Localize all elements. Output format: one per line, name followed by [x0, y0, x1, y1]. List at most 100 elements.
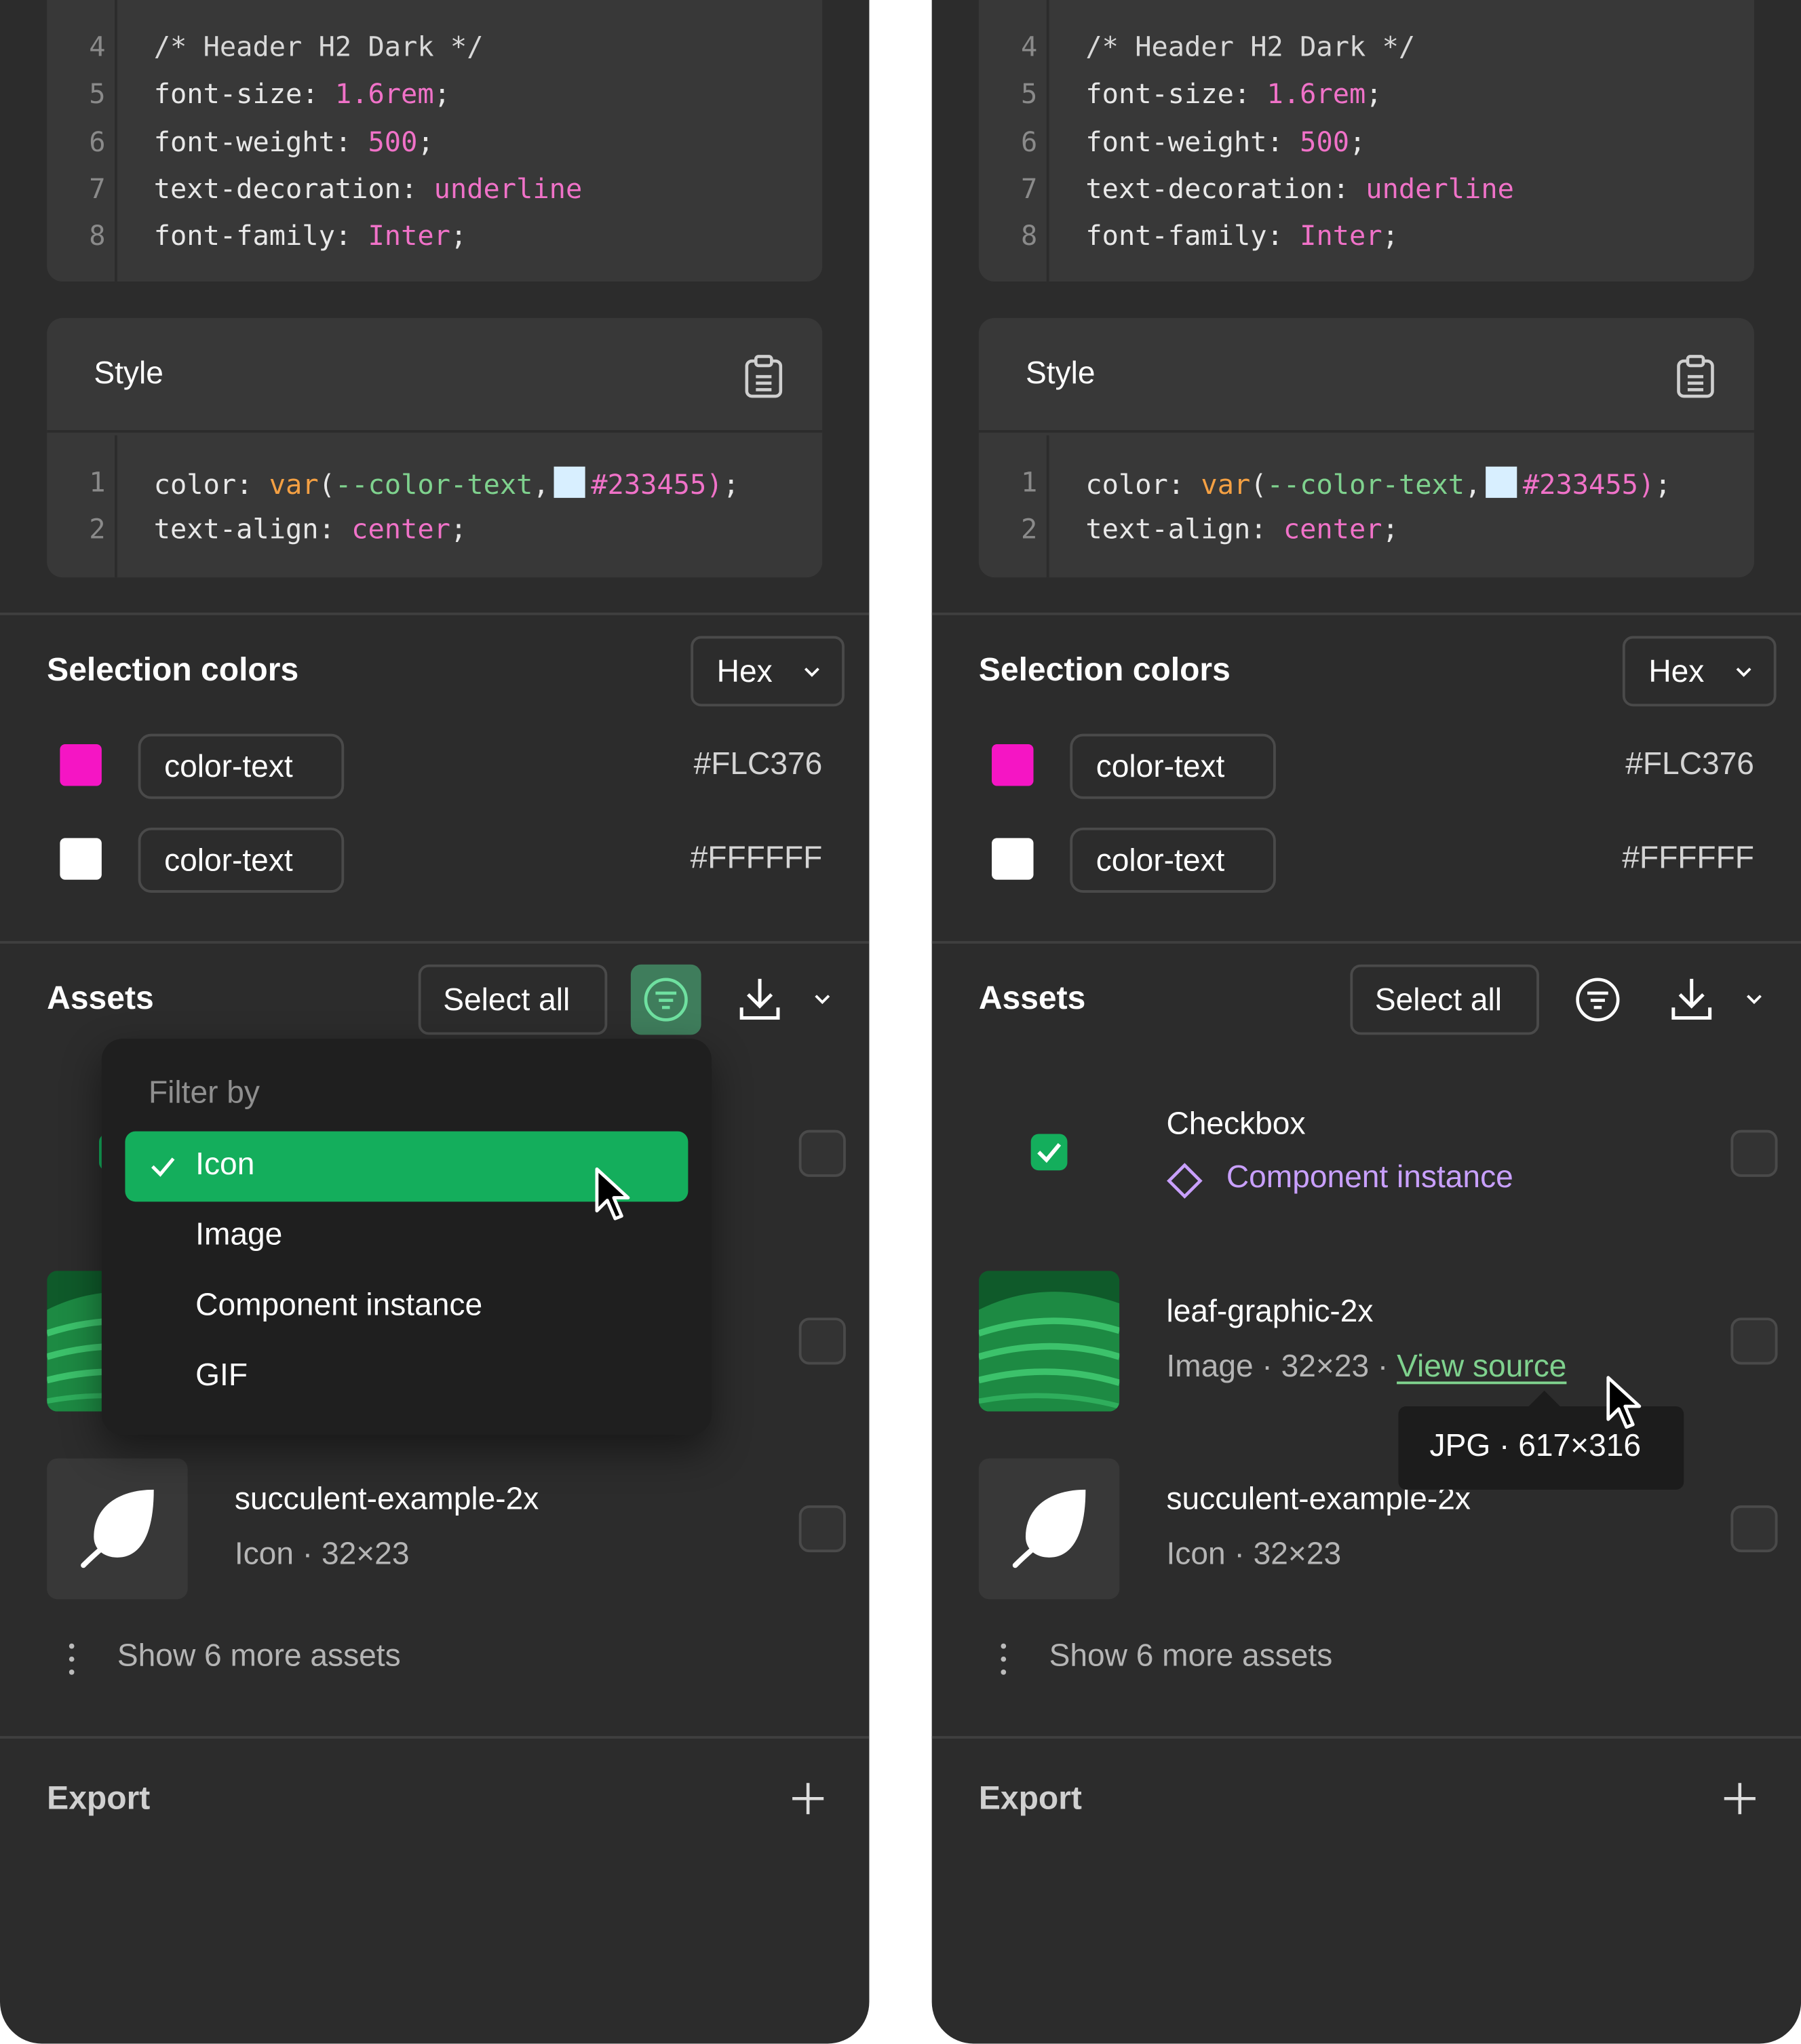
- screenshot-canvas: 3 4 /* Header H2 Dark */ 5 font-size: 1.…: [0, 0, 1801, 2044]
- download-icon[interactable]: [1669, 975, 1713, 1022]
- code-block: 3 4 /* Header H2 Dark */ 5 font-size: 1.…: [978, 0, 1754, 282]
- line-number: 6: [89, 126, 106, 158]
- line-number: 3: [47, 0, 105, 3]
- asset-select-checkbox[interactable]: [798, 1130, 846, 1177]
- asset-select-checkbox[interactable]: [1730, 1317, 1778, 1365]
- filter-icon: [644, 978, 688, 1022]
- select-all-button[interactable]: Select all: [1350, 964, 1539, 1035]
- code-gutter: [979, 435, 1049, 578]
- style-card: Style 1 color: var(--color-text, #233455)…: [47, 317, 823, 578]
- code-line: font-size: 1.6rem;: [153, 78, 450, 110]
- asset-meta: Icon · 32×23: [234, 1537, 410, 1572]
- line-number: 7: [89, 173, 106, 205]
- color-token-pill[interactable]: color-text: [138, 733, 345, 799]
- color-format-label: Hex: [716, 654, 773, 690]
- line-number: 4: [1020, 31, 1038, 63]
- line-number: 4: [89, 31, 106, 63]
- asset-kind: Component instance: [1226, 1159, 1513, 1195]
- copy-clipboard-icon[interactable]: [1676, 355, 1716, 399]
- code-gutter: [47, 435, 117, 578]
- line-number: 5: [89, 78, 106, 110]
- color-swatch: [60, 838, 102, 880]
- leaf-icon: [1012, 1489, 1086, 1568]
- section-divider: [931, 1736, 1801, 1739]
- asset-select-checkbox[interactable]: [1730, 1130, 1778, 1177]
- export-title: Export: [978, 1780, 1082, 1817]
- code-line: font-weight: 500;: [153, 126, 434, 158]
- asset-icon-thumbnail: [47, 1458, 188, 1600]
- filter-button[interactable]: [1563, 965, 1633, 1035]
- leaf-photo-icon: [978, 1271, 1120, 1412]
- color-token-pill[interactable]: color-text: [1070, 827, 1276, 893]
- line-number: 5: [1020, 78, 1038, 110]
- mouse-pointer-icon: [595, 1167, 630, 1220]
- copy-clipboard-icon[interactable]: [744, 355, 783, 399]
- asset-meta: Image · 32×23 · View source: [1166, 1349, 1567, 1385]
- chevron-down-icon[interactable]: [813, 990, 832, 1009]
- asset-name: Checkbox: [1166, 1106, 1306, 1142]
- color-swatch: [992, 744, 1034, 786]
- line-number: 8: [1020, 220, 1038, 252]
- asset-preview-checkbox: [1030, 1134, 1068, 1171]
- line-number: 1: [1020, 466, 1038, 498]
- download-icon[interactable]: [737, 975, 781, 1022]
- export-title: Export: [47, 1780, 151, 1817]
- leaf-icon: [81, 1489, 154, 1568]
- show-more-assets-link[interactable]: Show 6 more assets: [117, 1638, 401, 1675]
- color-token-pill[interactable]: color-text: [138, 827, 345, 893]
- asset-meta: Icon · 32×23: [1166, 1537, 1342, 1572]
- color-format-label: Hex: [1648, 654, 1705, 690]
- style-card-header: Style: [47, 318, 823, 433]
- add-export-icon[interactable]: [1722, 1780, 1758, 1817]
- code-line: text-decoration: underline: [1085, 173, 1514, 205]
- filter-icon: [1576, 978, 1620, 1022]
- filter-button[interactable]: [630, 964, 701, 1035]
- component-instance-icon: [1167, 1163, 1203, 1199]
- more-vertical-icon: [69, 1643, 75, 1675]
- asset-select-checkbox[interactable]: [798, 1505, 846, 1553]
- asset-select-checkbox[interactable]: [1730, 1505, 1778, 1553]
- asset-select-checkbox[interactable]: [798, 1317, 846, 1365]
- checkmark-icon: [151, 1157, 175, 1177]
- code-line: font-family: Inter;: [1085, 220, 1399, 252]
- section-divider: [0, 1736, 870, 1739]
- add-export-icon[interactable]: [790, 1780, 826, 1817]
- section-divider: [0, 612, 870, 615]
- filter-menu-header: Filter by: [149, 1075, 260, 1111]
- code-line: color: var(--color-text, #233455);: [154, 466, 739, 501]
- filter-option-gif[interactable]: GIF: [125, 1343, 688, 1413]
- assets-title: Assets: [47, 980, 154, 1017]
- filter-dropdown-menu: Filter by Icon Image Component instance …: [101, 1039, 712, 1435]
- chevron-down-icon: [1736, 668, 1751, 677]
- color-swatch: [60, 744, 102, 786]
- inspect-panel-asset-hover: 3 4 /* Header H2 Dark */ 5 font-size: 1.…: [931, 0, 1801, 2044]
- code-comment: /* Header H2 Dark */: [153, 31, 484, 63]
- color-hex-value: #FLC376: [1625, 746, 1754, 782]
- asset-icon-thumbnail: [978, 1458, 1120, 1600]
- section-divider: [931, 612, 1801, 615]
- style-title: Style: [94, 355, 163, 391]
- color-token-pill[interactable]: color-text: [1070, 733, 1276, 799]
- asset-name: leaf-graphic-2x: [1166, 1294, 1374, 1330]
- select-all-button[interactable]: Select all: [418, 964, 608, 1035]
- code-comment: /* Header H2 Dark */: [1085, 31, 1416, 63]
- leaf-image-thumbnail: [978, 1271, 1120, 1412]
- color-format-dropdown[interactable]: Hex: [691, 636, 845, 707]
- asset-name: succulent-example-2x: [234, 1482, 539, 1518]
- view-source-link[interactable]: View source: [1397, 1349, 1566, 1384]
- filter-option-component-instance[interactable]: Component instance: [125, 1272, 688, 1343]
- mouse-pointer-icon: [1606, 1376, 1642, 1429]
- color-hex-value: #FFFFFF: [1622, 841, 1754, 876]
- show-more-assets-link[interactable]: Show 6 more assets: [1049, 1638, 1333, 1675]
- line-number: 1: [89, 466, 106, 498]
- color-swatch-inline: [1486, 466, 1518, 498]
- section-divider: [0, 941, 870, 944]
- section-divider: [931, 941, 1801, 944]
- style-card: Style 1 color: var(--color-text, #233455)…: [978, 317, 1754, 578]
- code-line: font-size: 1.6rem;: [1085, 78, 1382, 110]
- chevron-down-icon[interactable]: [1745, 990, 1763, 1009]
- color-hex-value: #FLC376: [693, 746, 823, 782]
- color-format-dropdown[interactable]: Hex: [1622, 636, 1777, 707]
- selection-colors-title: Selection colors: [47, 651, 299, 689]
- tooltip-arrow: [1528, 1390, 1560, 1406]
